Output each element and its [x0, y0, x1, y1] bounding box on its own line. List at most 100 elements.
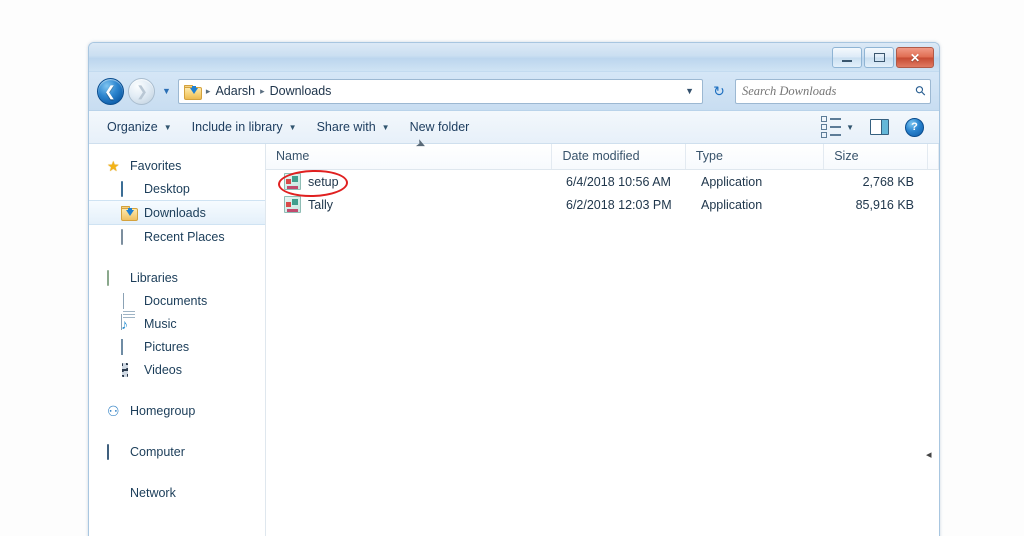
- table-row[interactable]: Tally 6/2/2018 12:03 PM Application 85,9…: [266, 193, 939, 216]
- table-row[interactable]: setup 6/4/2018 10:56 AM Application 2,76…: [266, 170, 939, 193]
- share-with-button[interactable]: Share with ▼: [307, 116, 400, 138]
- new-folder-button[interactable]: New folder: [400, 116, 480, 138]
- command-toolbar: Organize ▼ Include in library ▼ Share wi…: [89, 111, 939, 144]
- back-button[interactable]: ❮: [97, 77, 124, 105]
- page-root: ✕ ❮ ❯ ▼ ▸ Adarsh ▸ Downloads ▼ ↻ Search …: [0, 0, 1024, 536]
- close-button[interactable]: ✕: [896, 47, 934, 68]
- application-icon: [284, 196, 301, 213]
- help-icon: ?: [905, 117, 924, 137]
- forward-button[interactable]: ❯: [128, 77, 155, 105]
- breadcrumb-adarsh[interactable]: Adarsh: [212, 83, 258, 99]
- breadcrumb-downloads[interactable]: Downloads: [267, 83, 335, 99]
- preview-pane-icon: [870, 119, 889, 135]
- change-view-button[interactable]: ▼: [814, 113, 861, 141]
- column-header-date-modified[interactable]: Date modified: [552, 144, 686, 169]
- new-folder-label: New folder: [409, 120, 470, 134]
- desktop-icon: [121, 180, 123, 197]
- breadcrumb-separator-0: ▸: [205, 85, 211, 96]
- file-date-cell: 6/4/2018 10:56 AM: [566, 174, 671, 189]
- window-controls: ✕: [832, 47, 934, 68]
- sidebar-label-favorites: Favorites: [130, 158, 182, 173]
- file-date-cell: 6/2/2018 12:03 PM: [566, 197, 672, 212]
- music-note-icon: ♪: [121, 315, 128, 332]
- sidebar-label-pictures: Pictures: [144, 339, 190, 354]
- file-name-cell[interactable]: Tally: [266, 196, 556, 213]
- close-icon: ✕: [909, 50, 921, 65]
- computer-icon: [107, 443, 109, 460]
- sidebar-item-desktop[interactable]: Desktop: [89, 177, 265, 200]
- share-with-label: Share with: [316, 120, 376, 134]
- column-header-size[interactable]: Size: [824, 144, 928, 169]
- sidebar-item-music[interactable]: ♪ Music: [89, 312, 265, 335]
- organize-button[interactable]: Organize ▼: [97, 116, 182, 138]
- file-type-cell: Application: [701, 174, 763, 189]
- minimize-button[interactable]: [832, 47, 862, 68]
- organize-label: Organize: [107, 120, 158, 134]
- title-bar[interactable]: ✕: [89, 43, 939, 72]
- library-icon: [107, 269, 109, 286]
- sidebar-label-downloads: Downloads: [144, 205, 206, 220]
- sidebar-item-documents[interactable]: Documents: [89, 289, 265, 330]
- column-header-filler: [928, 144, 939, 169]
- window-body: ★ Favorites Desktop Downloads Recent Pla…: [89, 144, 939, 536]
- sidebar-label-videos: Videos: [144, 362, 182, 377]
- include-in-library-button[interactable]: Include in library ▼: [182, 116, 307, 138]
- star-icon: ★: [107, 157, 120, 174]
- address-dropdown-icon[interactable]: ▼: [679, 86, 700, 96]
- help-button[interactable]: ?: [898, 115, 931, 140]
- homegroup-icon: ⚇: [107, 402, 120, 419]
- refresh-button[interactable]: ↻: [707, 80, 731, 103]
- breadcrumb-separator-1: ▸: [260, 85, 265, 96]
- sidebar-label-music: Music: [144, 316, 177, 331]
- sidebar-label-network: Network: [130, 485, 176, 500]
- address-bar[interactable]: ▸ Adarsh ▸ Downloads ▼: [177, 78, 703, 104]
- file-size-cell: 85,916 KB: [855, 197, 914, 212]
- view-list-icon: [821, 116, 842, 138]
- file-name-cell[interactable]: setup: [266, 173, 556, 190]
- search-box[interactable]: ⚲: [735, 78, 931, 104]
- toolbar-right-group: ▼ ?: [814, 113, 931, 141]
- maximize-button[interactable]: [864, 47, 894, 68]
- file-type-cell: Application: [701, 197, 763, 212]
- navigation-bar: ❮ ❯ ▼ ▸ Adarsh ▸ Downloads ▼ ↻ Search Do…: [89, 72, 939, 111]
- sidebar-item-computer[interactable]: Computer: [89, 440, 265, 463]
- sidebar-item-videos[interactable]: Videos: [89, 358, 265, 381]
- file-list-pane: Name Date modified Type Size setup 6/4/2…: [266, 144, 939, 536]
- maximize-icon: [873, 53, 885, 62]
- forward-arrow-icon: ❯: [136, 83, 148, 99]
- recent-places-icon: [121, 228, 123, 245]
- sidebar-item-network[interactable]: Network: [89, 481, 265, 504]
- sidebar-item-downloads[interactable]: Downloads: [89, 200, 265, 225]
- file-size-cell: 2,768 KB: [862, 174, 914, 189]
- sidebar-item-pictures[interactable]: Pictures: [89, 335, 265, 358]
- downloads-folder-icon: [183, 84, 202, 100]
- navigation-pane: ★ Favorites Desktop Downloads Recent Pla…: [89, 144, 266, 536]
- sidebar-label-libraries: Libraries: [130, 270, 178, 285]
- chevron-down-icon: ▼: [288, 122, 297, 132]
- picture-icon: [121, 338, 123, 355]
- include-in-library-label: Include in library: [191, 120, 283, 134]
- column-header-type[interactable]: Type: [686, 144, 825, 169]
- downloads-folder-icon: [121, 205, 138, 221]
- search-input[interactable]: [740, 82, 917, 100]
- recent-locations-button[interactable]: ▼: [159, 86, 174, 96]
- column-headers: Name Date modified Type Size: [266, 144, 939, 170]
- preview-pane-button[interactable]: [863, 116, 896, 138]
- sidebar-label-documents: Documents: [144, 293, 208, 308]
- sidebar-item-libraries[interactable]: Libraries: [89, 266, 265, 289]
- back-arrow-icon: ❮: [104, 83, 116, 99]
- refresh-icon: ↻: [713, 82, 725, 99]
- file-name-tally: Tally: [308, 197, 334, 212]
- column-header-name[interactable]: Name: [266, 144, 553, 169]
- file-name-setup: setup: [308, 174, 339, 189]
- explorer-window: ✕ ❮ ❯ ▼ ▸ Adarsh ▸ Downloads ▼ ↻ Search …: [88, 42, 940, 536]
- sidebar-label-desktop: Desktop: [144, 181, 190, 196]
- sidebar-label-homegroup: Homegroup: [130, 403, 196, 418]
- sidebar-item-homegroup[interactable]: ⚇ Homegroup: [89, 399, 265, 422]
- sidebar-item-favorites[interactable]: ★ Favorites: [89, 154, 265, 177]
- sidebar-item-recent-places[interactable]: Recent Places: [89, 225, 265, 248]
- chevron-down-icon: ▼: [381, 122, 390, 132]
